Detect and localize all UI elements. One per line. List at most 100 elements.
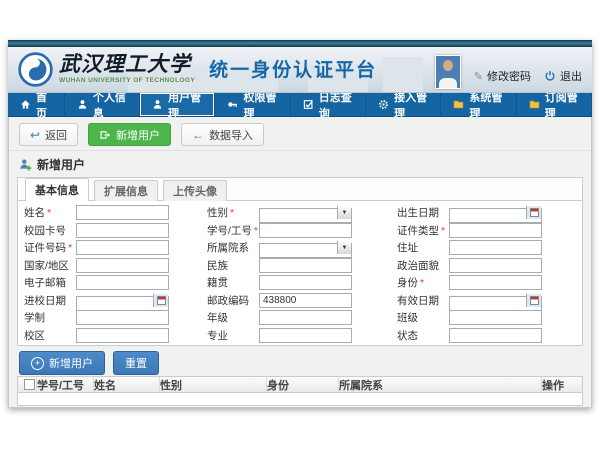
university-name-en: WUHAN UNIVERSITY OF TECHNOLOGY [59,77,195,84]
nav-item-user-management[interactable]: 用户管理 [140,93,215,116]
email-field: 电子邮箱 [24,275,207,290]
add-user-toolbar-button[interactable]: 新增用户 [88,123,171,146]
identity-field: 身份* [397,275,542,290]
university-name-cn: 武汉理工大学 [59,51,195,76]
birth-date-field: 出生日期 [397,205,542,220]
column-header-label: 姓名 [94,377,116,393]
study-length-label: 学制 [24,310,76,325]
chevron-down-icon[interactable]: ▼ [337,241,351,254]
gender-select[interactable]: ▼ [259,205,352,220]
nav-item-log-query[interactable]: 日志查询 [291,93,366,116]
table-empty-row [17,393,583,406]
header-user-area: ✎ 修改密码 退出 [435,55,582,89]
birth-date-label: 出生日期 [397,205,449,220]
postal-code-label: 邮政编码 [207,293,259,308]
add-user-icon [99,129,111,141]
valid-date-input-wrap [449,293,542,308]
select-all-checkbox[interactable] [24,379,35,390]
political-status-input[interactable] [449,258,542,273]
email-input[interactable] [76,275,169,290]
ethnicity-input[interactable] [259,258,352,273]
address-input[interactable] [449,240,542,255]
tab-upload-avatar[interactable]: 上传头像 [163,180,227,201]
student-employee-no-input[interactable] [259,223,352,238]
required-marker: * [254,225,258,237]
postal-code-input[interactable] [259,293,352,308]
reset-button[interactable]: 重置 [113,351,159,375]
column-header-identity: 身份 [267,377,339,392]
nav-item-home[interactable]: 首页 [8,93,65,116]
nav-item-label: 接入管理 [394,89,428,121]
tab-bar: 基本信息扩展信息上传头像 [18,178,582,201]
column-header-label: 身份 [267,377,289,393]
study-length-input[interactable] [76,310,169,325]
data-import-button[interactable]: ← 数据导入 [181,123,264,146]
grade-input[interactable] [259,310,352,325]
calendar-button[interactable] [526,206,541,219]
country-region-input[interactable] [76,258,169,273]
email-label: 电子邮箱 [24,275,76,290]
calendar-button[interactable] [526,294,541,307]
users-table: 学号/工号姓名性别身份所属院系操作 [17,376,583,406]
building-silhouette [383,57,423,92]
content-area: ↩ 返回 新增用户 ← 数据导入 [8,117,592,408]
status-label: 状态 [397,328,449,343]
student-employee-no-field: 学号/工号* [207,223,397,238]
import-arrow-icon: ← [192,129,204,141]
campus-card-no-label: 校园卡号 [24,223,76,238]
major-label: 专业 [207,328,259,343]
id-type-input[interactable] [449,223,542,238]
name-input[interactable] [76,205,169,220]
campus-card-no-input[interactable] [76,223,169,238]
back-button[interactable]: ↩ 返回 [19,123,78,146]
window-top-strip [8,40,592,47]
logout-link[interactable]: 退出 [544,68,582,84]
new-user-panel: 基本信息扩展信息上传头像 姓名*性别*▼出生日期校园卡号学号/工号*证件类型*证… [17,177,583,346]
valid-date-field: 有效日期 [397,293,542,308]
class-input[interactable] [449,310,542,325]
calendar-button[interactable] [153,294,168,307]
name-label: 姓名* [24,205,76,220]
status-input[interactable] [449,328,542,343]
change-password-link[interactable]: ✎ 修改密码 [474,68,531,84]
postal-code-field: 邮政编码 [207,293,397,308]
campus-input[interactable] [76,328,169,343]
political-status-label: 政治面貌 [397,258,449,273]
nav-item-label: 权限管理 [243,89,277,121]
nav-item-label: 日志查询 [319,89,353,121]
department-select[interactable]: ▼ [259,240,352,255]
address-field: 住址 [397,240,542,255]
nav-item-access-management[interactable]: 接入管理 [366,93,441,116]
major-input[interactable] [259,328,352,343]
country-region-label: 国家/地区 [24,258,76,273]
calendar-icon [530,208,539,217]
tab-basic-info[interactable]: 基本信息 [25,178,89,201]
nav-item-permission-management[interactable]: 权限管理 [215,93,290,116]
folder-icon [529,99,540,110]
submit-add-user-button[interactable]: + 新增用户 [19,351,105,375]
identity-input[interactable] [449,275,542,290]
chevron-down-icon[interactable]: ▼ [337,206,351,219]
department-field: 所属院系 ▼ [207,240,397,255]
study-length-field: 学制 [24,310,207,325]
nav-item-label: 首页 [36,89,52,121]
tab-label: 扩展信息 [104,183,148,199]
department-label: 所属院系 [207,240,259,255]
nav-item-system-management[interactable]: 系统管理 [441,93,516,116]
student-employee-no-label: 学号/工号* [207,223,259,238]
user-icon [152,99,163,110]
nav-item-subscription-management[interactable]: 订阅管理 [517,93,592,116]
ethnicity-label: 民族 [207,258,259,273]
column-header-operation: 操作 [542,377,582,392]
native-place-input[interactable] [259,275,352,290]
data-import-label: 数据导入 [209,127,253,143]
id-number-label: 证件号码* [24,240,76,255]
tab-extended-info[interactable]: 扩展信息 [94,180,158,201]
nav-item-profile[interactable]: 个人信息 [65,93,140,116]
identity-label: 身份* [397,275,449,290]
campus-card-no-field: 校园卡号 [24,223,207,238]
major-field: 专业 [207,328,397,343]
back-arrow-icon: ↩ [30,129,40,141]
id-number-input[interactable] [76,240,169,255]
political-status-field: 政治面貌 [397,258,542,273]
